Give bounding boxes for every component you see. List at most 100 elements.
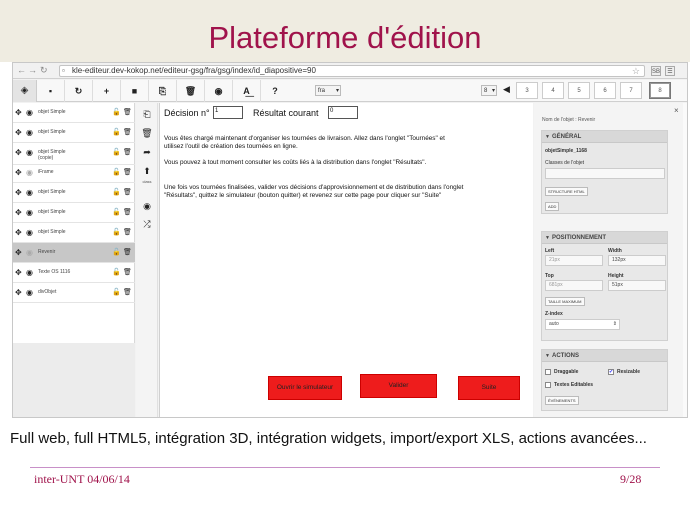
page-8[interactable]: 8 — [649, 82, 671, 99]
lock-icon[interactable]: 🔓 — [112, 288, 121, 296]
move-icon[interactable]: ✥ — [15, 208, 22, 217]
eye-icon[interactable]: ◉ — [26, 128, 33, 137]
slide-select[interactable]: 8 ▾ — [481, 85, 497, 96]
lock-icon[interactable]: 🔓 — [112, 148, 121, 156]
class-icon-label[interactable]: class — [136, 179, 158, 184]
layers-icon[interactable]: ◈ — [13, 80, 37, 102]
page-5[interactable]: 5 — [568, 82, 590, 99]
shuffle-icon[interactable]: ⤮ — [136, 219, 158, 230]
trash-icon[interactable]: 🗑 — [136, 128, 158, 139]
left-input[interactable]: 21px — [545, 255, 603, 266]
validate-button[interactable]: Valider — [360, 374, 437, 398]
eye-icon[interactable]: ◉ — [26, 248, 33, 257]
menu-icon[interactable]: ☰ — [665, 66, 675, 76]
page-6[interactable]: 6 — [594, 82, 616, 99]
classes-input[interactable] — [545, 168, 665, 179]
layer-row[interactable]: ✥ ◉ Revenir 🔓 🗑 — [13, 243, 135, 263]
move-icon[interactable]: ✥ — [15, 108, 22, 117]
layer-row[interactable]: ✥ ◉ divObjet 🔓 🗑 — [13, 283, 135, 303]
trash-icon[interactable]: 🗑 — [123, 148, 132, 156]
trash-icon[interactable]: 🗑 — [123, 288, 132, 296]
height-input[interactable]: 51px — [608, 280, 666, 291]
eye-icon[interactable]: ◉ — [26, 108, 33, 117]
page-7[interactable]: 7 — [620, 82, 642, 99]
add-icon[interactable]: + — [93, 80, 121, 102]
delete-icon[interactable]: 🗑 — [177, 80, 205, 102]
structure-html-button[interactable]: STRUCTURE HTML — [545, 187, 588, 196]
layer-row[interactable]: ✥ ◉ Texte OS 1116 🔓 🗑 — [13, 263, 135, 283]
layer-row[interactable]: ✥ ◉ objet Simple 🔓 🗑 — [13, 183, 135, 203]
move-icon[interactable]: ✥ — [15, 248, 22, 257]
scrollbar[interactable] — [683, 103, 687, 417]
move-icon[interactable]: ✥ — [15, 188, 22, 197]
position-section-header[interactable]: ▼ POSITIONNEMENT — [542, 232, 667, 244]
stepper-icon[interactable]: ⇕ — [613, 320, 617, 329]
eye-icon[interactable]: ◉ — [26, 168, 33, 177]
general-section-header[interactable]: ▼ GÉNÉRAL — [542, 131, 667, 143]
eye-icon[interactable]: ◉ — [26, 228, 33, 237]
forward-icon[interactable]: → — [28, 65, 37, 76]
trash-icon[interactable]: 🗑 — [123, 188, 132, 196]
move-icon[interactable]: ✥ — [15, 148, 22, 157]
move-icon[interactable]: ✥ — [15, 268, 22, 277]
layer-row[interactable]: ✥ ◉ objet Simple 🔓 🗑 — [13, 103, 135, 123]
eye-icon[interactable]: ◉ — [26, 288, 33, 297]
eye-icon[interactable]: ◉ — [26, 268, 33, 277]
layer-row[interactable]: ✥ ◉ objet Simple (copie) 🔓 🗑 — [13, 143, 135, 165]
bookmark-star-icon[interactable]: ☆ — [632, 66, 640, 76]
decision-input[interactable]: 1 — [213, 106, 243, 119]
redirect-icon[interactable]: ➦ — [136, 147, 158, 158]
url-input[interactable]: ▫ kle-editeur.dev-kokop.net/editeur-gsg/… — [59, 65, 645, 77]
add-class-button[interactable]: ADD — [545, 202, 560, 211]
draggable-checkbox[interactable] — [545, 369, 551, 375]
translate-icon[interactable]: A͟ — [233, 80, 261, 102]
back-icon[interactable]: ← — [17, 65, 26, 76]
eye-icon[interactable]: ◉ — [26, 208, 33, 217]
move-icon[interactable]: ✥ — [15, 168, 22, 177]
lock-icon[interactable]: 🔓 — [112, 188, 121, 196]
editable-checkbox[interactable] — [545, 382, 551, 388]
open-simulator-button[interactable]: Ouvrir le simulateur — [268, 376, 342, 400]
lock-icon[interactable]: 🔓 — [112, 248, 121, 256]
next-button[interactable]: Suite — [458, 376, 520, 400]
zindex-input[interactable]: auto ⇕ — [545, 319, 620, 330]
close-icon[interactable]: × — [674, 106, 679, 115]
eye-icon[interactable]: ◉ — [26, 188, 33, 197]
lock-icon[interactable]: 🔓 — [112, 108, 121, 116]
lock-icon[interactable]: 🔓 — [112, 228, 121, 236]
lock-icon[interactable]: 🔓 — [112, 168, 121, 176]
paste-icon[interactable]: ⎗ — [136, 109, 158, 120]
eye-icon[interactable]: ◉ — [136, 201, 158, 212]
events-button[interactable]: ÉVÉNEMENTS — [545, 396, 579, 405]
preview-icon[interactable]: ◉ — [205, 80, 233, 102]
move-icon[interactable]: ✥ — [15, 128, 22, 137]
actions-section-header[interactable]: ▼ ACTIONS — [542, 350, 667, 362]
trash-icon[interactable]: 🗑 — [123, 208, 132, 216]
lock-icon[interactable]: 🔓 — [112, 128, 121, 136]
layer-row[interactable]: ✥ ◉ iFrame 🔓 🗑 — [13, 163, 135, 183]
reload-icon[interactable]: ↻ — [40, 65, 48, 76]
width-input[interactable]: 132px — [608, 255, 666, 266]
copy-icon[interactable]: ⎘ — [149, 80, 177, 102]
upload-icon[interactable]: ⬆ — [136, 166, 158, 177]
save-icon[interactable]: ▪ — [37, 80, 65, 102]
resizable-checkbox[interactable]: ✔ — [608, 369, 614, 375]
prev-slide-icon[interactable]: ◀ — [503, 84, 510, 95]
refresh-icon[interactable]: ↻ — [65, 80, 93, 102]
trash-icon[interactable]: 🗑 — [123, 128, 132, 136]
extension-icon[interactable]: SB — [651, 66, 661, 76]
layer-row[interactable]: ✥ ◉ objet Simple 🔓 🗑 — [13, 123, 135, 143]
language-select[interactable]: fra ▾ — [315, 85, 341, 96]
max-size-button[interactable]: TAILLE MAXIMUM — [545, 297, 585, 306]
page-4[interactable]: 4 — [542, 82, 564, 99]
move-icon[interactable]: ✥ — [15, 288, 22, 297]
help-icon[interactable]: ? — [261, 80, 289, 102]
trash-icon[interactable]: 🗑 — [123, 268, 132, 276]
trash-icon[interactable]: 🗑 — [123, 108, 132, 116]
result-input[interactable]: 0 — [328, 106, 358, 119]
trash-icon[interactable]: 🗑 — [123, 228, 132, 236]
lock-icon[interactable]: 🔓 — [112, 208, 121, 216]
folder-icon[interactable]: ■ — [121, 80, 149, 102]
move-icon[interactable]: ✥ — [15, 228, 22, 237]
page-3[interactable]: 3 — [516, 82, 538, 99]
